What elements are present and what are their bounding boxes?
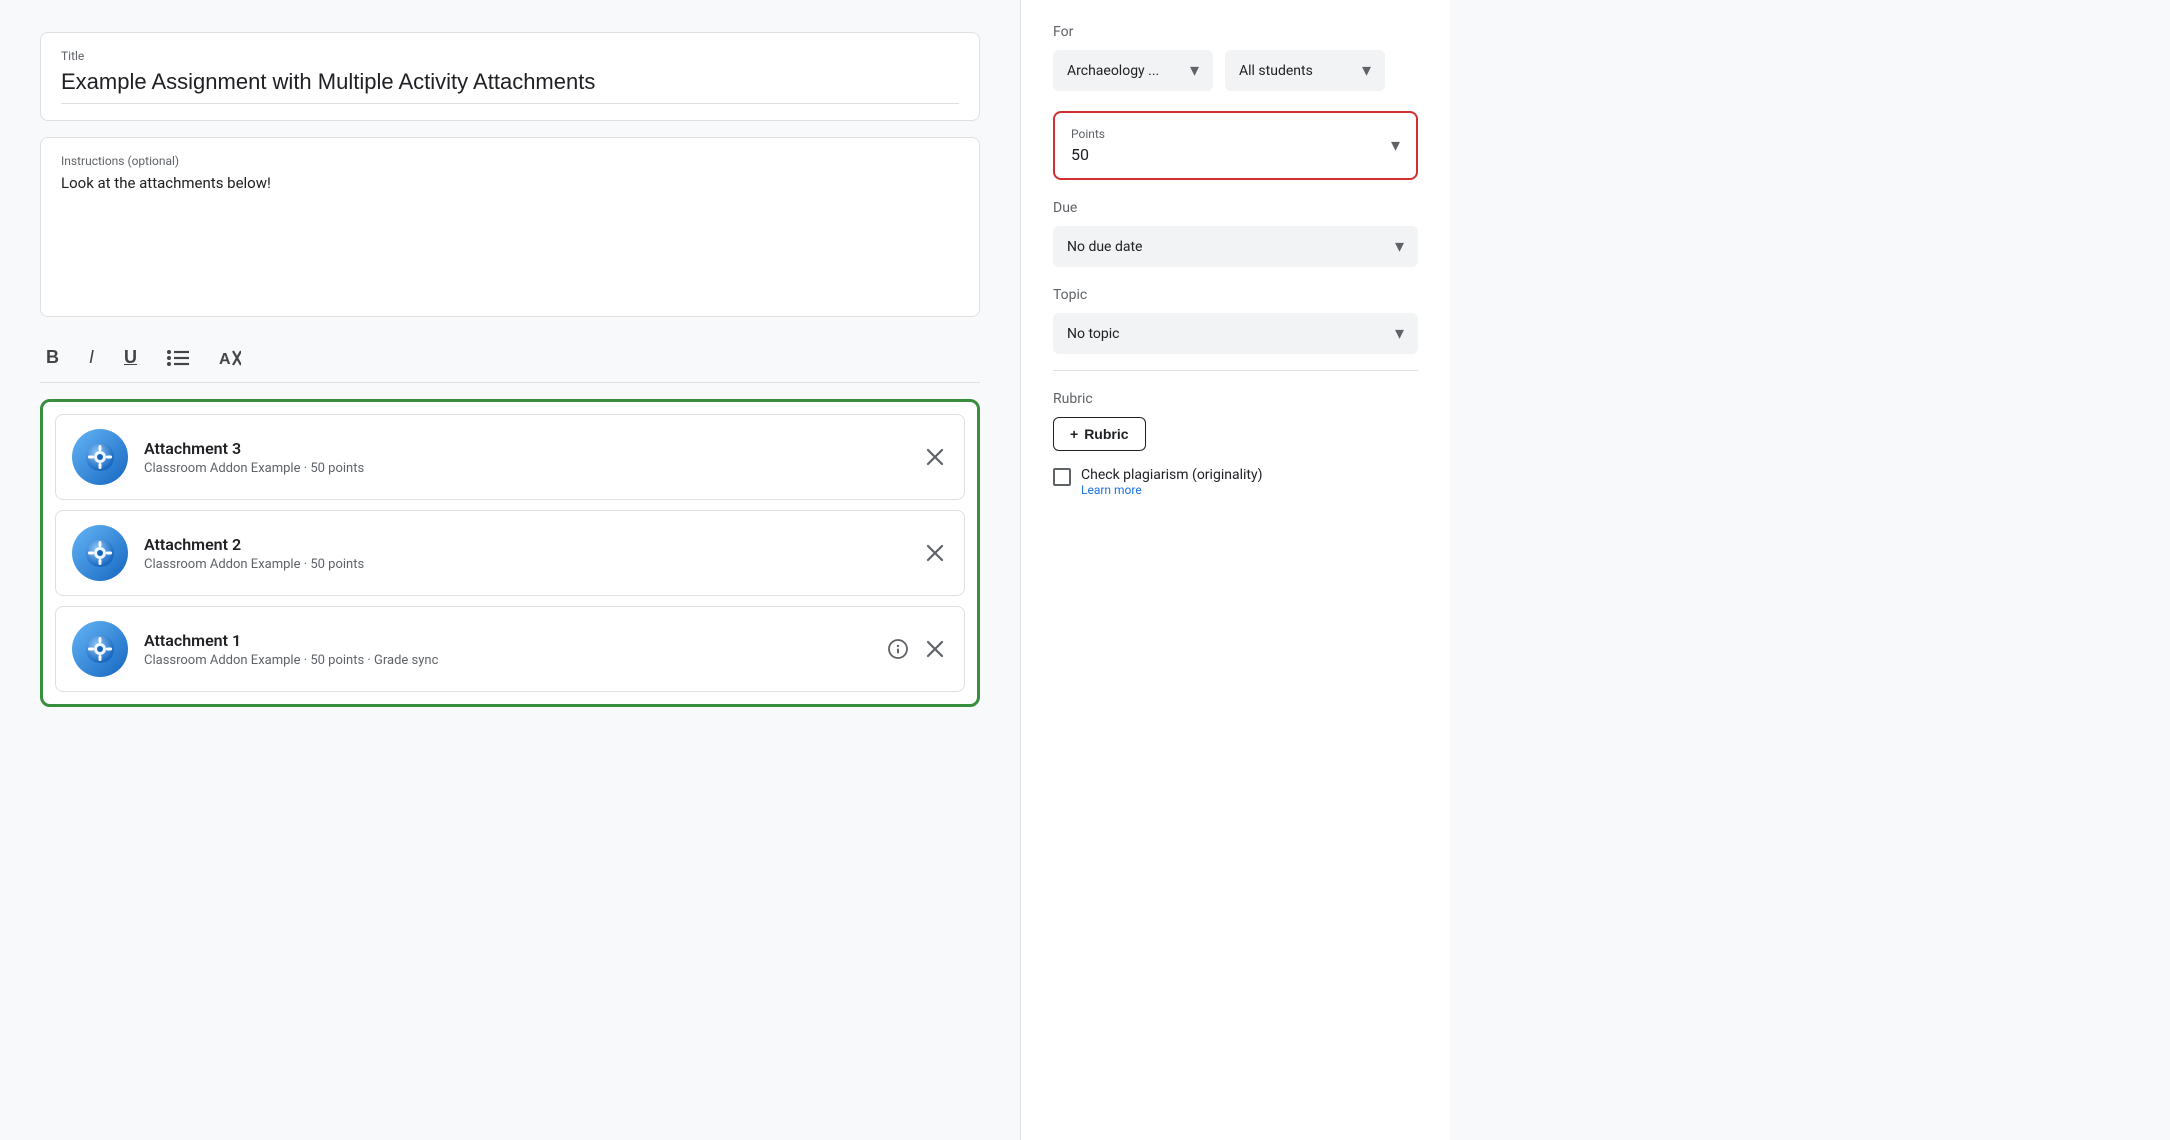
rubric-btn-label: Rubric [1084, 426, 1128, 442]
plagiarism-label: Check plagiarism (originality) [1081, 467, 1262, 483]
attachments-container: Attachment 3 Classroom Addon Example · 5… [40, 399, 980, 707]
points-dropdown-chevron: ▾ [1391, 135, 1400, 156]
attachment-1-info: Attachment 1 Classroom Addon Example · 5… [144, 631, 868, 668]
attachment-1-name: Attachment 1 [144, 631, 868, 650]
topic-dropdown-chevron: ▾ [1395, 323, 1404, 344]
attachment-2-name: Attachment 2 [144, 535, 906, 554]
rubric-plus-icon: + [1070, 426, 1078, 442]
addon-icon-1 [84, 633, 116, 665]
attachment-item-3: Attachment 3 Classroom Addon Example · 5… [55, 414, 965, 500]
attachment-item-1: Attachment 1 Classroom Addon Example · 5… [55, 606, 965, 692]
due-label: Due [1053, 200, 1418, 216]
class-dropdown-chevron: ▾ [1190, 60, 1199, 81]
svg-text:A: A [219, 351, 231, 367]
text-toolbar: B I U A [40, 333, 980, 383]
points-label: Points [1071, 127, 1105, 141]
attachment-3-meta: Classroom Addon Example · 50 points [144, 461, 906, 476]
points-value: 50 [1071, 145, 1105, 164]
attachment-2-meta: Classroom Addon Example · 50 points [144, 557, 906, 572]
plagiarism-row: Check plagiarism (originality) Learn mor… [1053, 467, 1418, 497]
attachment-3-remove-button[interactable] [922, 444, 948, 470]
learn-more-link[interactable]: Learn more [1081, 483, 1262, 497]
title-label: Title [61, 49, 959, 63]
close-icon [926, 448, 944, 466]
addon-icon-2 [84, 537, 116, 569]
clear-format-button[interactable]: A [213, 345, 247, 371]
attachment-1-remove-button[interactable] [922, 636, 948, 662]
title-section: Title [40, 32, 980, 121]
attachment-2-icon [72, 525, 128, 581]
clear-format-icon: A [219, 349, 241, 367]
list-icon [167, 349, 189, 367]
instructions-text[interactable]: Look at the attachments below! [61, 174, 959, 192]
class-dropdown[interactable]: Archaeology ... ▾ [1053, 50, 1213, 91]
rubric-button[interactable]: + Rubric [1053, 417, 1146, 451]
attachment-1-actions [884, 635, 948, 663]
bold-button[interactable]: B [40, 343, 65, 372]
due-dropdown-chevron: ▾ [1395, 236, 1404, 257]
for-label: For [1053, 24, 1418, 40]
plagiarism-checkbox[interactable] [1053, 468, 1071, 486]
attachment-2-actions [922, 540, 948, 566]
instructions-label: Instructions (optional) [61, 154, 959, 168]
close-icon [926, 544, 944, 562]
due-dropdown-value: No due date [1067, 239, 1142, 255]
due-dropdown[interactable]: No due date ▾ [1053, 226, 1418, 267]
for-dropdowns: Archaeology ... ▾ All students ▾ [1053, 50, 1418, 91]
rubric-label: Rubric [1053, 391, 1418, 407]
underline-button[interactable]: U [118, 343, 143, 372]
info-icon [888, 639, 908, 659]
attachment-2-info: Attachment 2 Classroom Addon Example · 5… [144, 535, 906, 572]
attachment-3-info: Attachment 3 Classroom Addon Example · 5… [144, 439, 906, 476]
class-dropdown-value: Archaeology ... [1067, 63, 1159, 79]
attachment-3-name: Attachment 3 [144, 439, 906, 458]
students-dropdown[interactable]: All students ▾ [1225, 50, 1385, 91]
attachment-item-2: Attachment 2 Classroom Addon Example · 5… [55, 510, 965, 596]
topic-label: Topic [1053, 287, 1418, 303]
students-dropdown-chevron: ▾ [1362, 60, 1371, 81]
topic-dropdown[interactable]: No topic ▾ [1053, 313, 1418, 354]
addon-icon-3 [84, 441, 116, 473]
topic-dropdown-value: No topic [1067, 326, 1119, 342]
attachment-1-meta: Classroom Addon Example · 50 points · Gr… [144, 653, 868, 668]
close-icon [926, 640, 944, 658]
divider [1053, 370, 1418, 371]
italic-button[interactable]: I [83, 343, 100, 372]
side-panel: For Archaeology ... ▾ All students ▾ Poi… [1020, 0, 1450, 1140]
list-button[interactable] [161, 345, 195, 371]
attachment-3-actions [922, 444, 948, 470]
students-dropdown-value: All students [1239, 63, 1313, 79]
plagiarism-text: Check plagiarism (originality) Learn mor… [1081, 467, 1262, 497]
attachment-1-icon [72, 621, 128, 677]
points-box[interactable]: Points 50 ▾ [1053, 111, 1418, 180]
attachment-1-info-button[interactable] [884, 635, 912, 663]
instructions-section: Instructions (optional) Look at the atta… [40, 137, 980, 317]
attachment-3-icon [72, 429, 128, 485]
title-input[interactable] [61, 69, 959, 104]
attachment-2-remove-button[interactable] [922, 540, 948, 566]
